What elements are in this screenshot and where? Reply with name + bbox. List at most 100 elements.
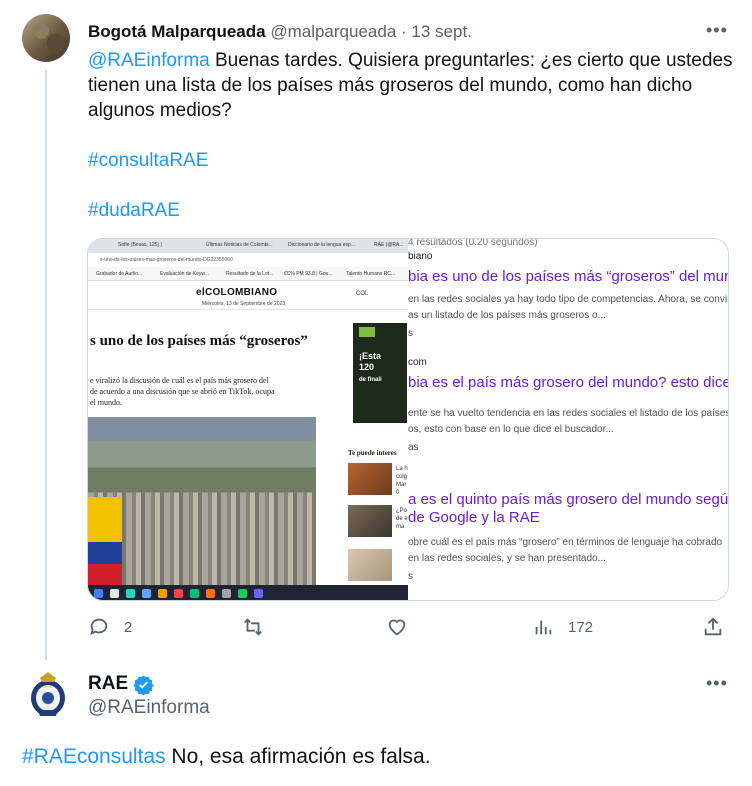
taskbar-icon <box>142 589 151 598</box>
newspaper-page: elCOLOMBIANO Miércoles, 13 de Septiembre… <box>88 281 408 593</box>
tweet-paragraph: @RAEinforma Buenas tardes. Quisiera preg… <box>88 48 738 123</box>
hashtag-link[interactable]: #dudaRAE <box>88 200 180 221</box>
ad-text: de finali <box>359 377 382 383</box>
bookmark: Resultado de la Lot... <box>226 271 274 277</box>
related-line: ¿Po <box>396 508 408 514</box>
tweet-paragraph: #dudaRAE <box>88 198 738 223</box>
ad-text: ¡Esta <box>359 351 382 361</box>
hashtag-link[interactable]: #RAEconsultas <box>22 745 166 768</box>
mention-link[interactable]: @RAEinforma <box>88 50 210 71</box>
browser-tab: Diccionario de la lengua esp... <box>288 242 355 248</box>
bookmark: Grabador de Audio... <box>96 271 143 277</box>
snippet-line: en las redes sociales, y se han presenta… <box>408 553 606 564</box>
more-options-icon[interactable]: ••• <box>706 20 728 41</box>
result-snippet: obre cuál es el país más “grosero” en té… <box>408 535 728 567</box>
verified-badge-icon <box>133 674 154 695</box>
divider <box>88 309 408 310</box>
result-site: com <box>408 357 427 368</box>
related-line: Mar 0 <box>396 482 407 496</box>
taskbar-icon <box>190 589 199 598</box>
result-footer: as <box>408 442 419 453</box>
snippet-line: as un listado de los países más groseros… <box>408 310 606 321</box>
views-count: 172 <box>568 618 594 636</box>
more-options-icon[interactable]: ••• <box>706 673 728 694</box>
screenshot-search-results: 4 resultados (0.20 segundos) biano bia e… <box>408 239 729 600</box>
browser-tab: Últimas Noticias de Colombi... <box>206 242 273 248</box>
tweet-text-line: tienen una lista de los países más grose… <box>88 75 693 96</box>
analytics-icon <box>535 620 552 635</box>
author-handle[interactable]: @malparqueada <box>270 22 396 41</box>
article-lead: e viralizó la discusión de cuál es el pa… <box>90 375 330 408</box>
tweet-header: Bogotá Malparqueada @malparqueada · 13 s… <box>88 22 472 42</box>
search-result: biano bia es uno de los países más “gros… <box>408 251 729 339</box>
related-line: La h <box>396 466 408 472</box>
author-avatar[interactable] <box>22 14 70 62</box>
author-name[interactable]: RAE <box>88 673 128 695</box>
tweet-original[interactable]: Bogotá Malparqueada @malparqueada · 13 s… <box>0 0 752 665</box>
taskbar-icon <box>222 589 231 598</box>
title-line: de Google y la RAE <box>408 509 540 526</box>
reply-icon <box>90 618 108 636</box>
ad-logo <box>359 327 375 337</box>
result-title: bia es el país más grosero del mundo? es… <box>408 374 729 391</box>
tweet-body: #RAEconsultas No, esa afirmación es fals… <box>22 745 431 769</box>
city-photo <box>88 417 316 585</box>
article-headline: s uno de los países más “groseros” <box>90 333 308 349</box>
locale-label: COL <box>356 291 369 297</box>
related-thumbnail <box>348 549 392 581</box>
retweet-icon <box>244 618 262 636</box>
results-count: 4 resultados (0.20 segundos) <box>408 239 538 248</box>
browser-tab: Sofie (Bosas, 125) | <box>118 242 162 248</box>
result-title: a es el quinto país más grosero del mund… <box>408 491 728 527</box>
reply-count: 2 <box>124 618 133 636</box>
tweet-text-line: Buenas tardes. Quisiera preguntarles: ¿e… <box>209 50 733 71</box>
taskbar-icon <box>94 589 103 598</box>
result-footer: s <box>408 571 413 582</box>
result-site: biano <box>408 251 433 262</box>
newspaper-logo: elCOLOMBIANO <box>196 287 278 298</box>
browser-url: s-uno-de-los-paises-mas-groseros-del-mun… <box>100 257 233 263</box>
author-name-row: RAE <box>88 673 154 695</box>
newspaper-date: Miércoles, 13 de Septiembre de 2023 <box>202 301 286 307</box>
lead-line: el mundo. <box>90 398 122 407</box>
taskbar-icon <box>174 589 183 598</box>
views-button[interactable]: 172 <box>532 616 593 638</box>
tweet-paragraph: #consultaRAE <box>88 148 738 173</box>
tweet-reply[interactable]: RAE @RAEinforma ••• #RAEconsultas No, es… <box>0 665 752 786</box>
retweet-button[interactable] <box>242 616 278 638</box>
related-thumbnail <box>348 505 392 537</box>
related-thumbnail <box>348 463 392 495</box>
rae-crest-avatar[interactable] <box>28 670 68 718</box>
author-name[interactable]: Bogotá Malparqueada <box>88 22 266 41</box>
heart-icon <box>388 619 406 636</box>
browser-url-bar: s-uno-de-los-paises-mas-groseros-del-mun… <box>88 253 408 267</box>
author-handle[interactable]: @RAEinforma <box>88 697 210 719</box>
result-footer: s <box>408 328 413 339</box>
browser-tab: RAE (@RA... <box>374 242 404 248</box>
related-text: ¿Po de e ma <box>396 507 408 531</box>
colombia-flag <box>88 497 122 587</box>
result-snippet: en las redes sociales ya hay todo tipo d… <box>408 292 729 324</box>
search-result: a es el quinto país más grosero del mund… <box>408 491 728 582</box>
snippet-line: os, esto con base en lo que dice el busc… <box>408 424 614 435</box>
related-heading: Te puede interes <box>348 449 397 457</box>
tweet-date[interactable]: 13 sept. <box>411 22 472 41</box>
taskbar-icon <box>254 589 263 598</box>
bookmarks-bar: Grabador de Audio... Evaluación de Keyw.… <box>88 267 408 281</box>
taskbar-icon <box>238 589 247 598</box>
share-button[interactable] <box>702 616 724 638</box>
snippet-line: en las redes sociales ya hay todo tipo d… <box>408 294 729 305</box>
tweet-text-line: algunos medios? <box>88 100 232 121</box>
reply-button[interactable]: 2 <box>88 616 132 638</box>
taskbar-icon <box>110 589 119 598</box>
taskbar-icon <box>126 589 135 598</box>
taskbar-icon <box>206 589 215 598</box>
like-button[interactable] <box>386 616 422 638</box>
related-text: La h colg Mar 0 <box>396 465 408 497</box>
header-separator: · <box>401 22 407 41</box>
result-snippet: ente se ha vuelto tendencia en las redes… <box>408 406 728 438</box>
tweet-media-image[interactable]: Sofie (Bosas, 125) | Últimas Noticias de… <box>87 238 729 601</box>
snippet-line: obre cuál es el país más “grosero” en té… <box>408 537 723 548</box>
hashtag-link[interactable]: #consultaRAE <box>88 150 208 171</box>
bookmark: Evaluación de Keyw... <box>160 271 209 277</box>
